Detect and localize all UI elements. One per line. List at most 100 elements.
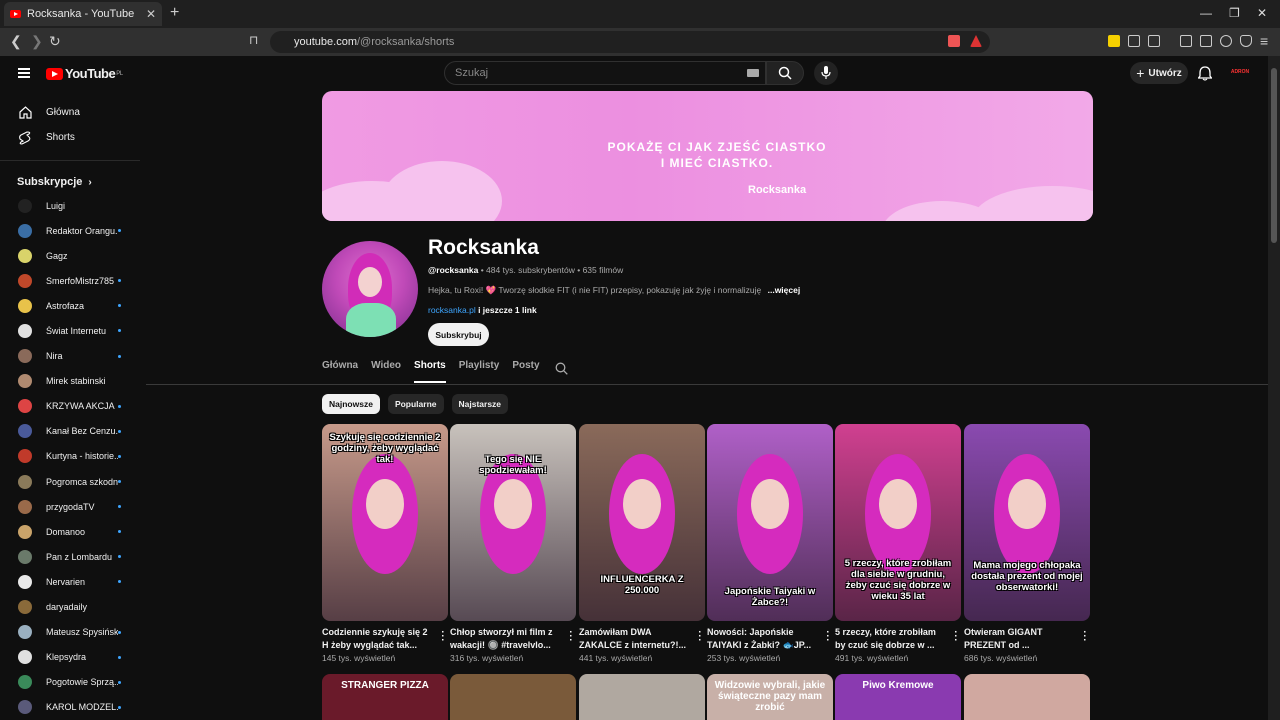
account-avatar[interactable]: ADRON <box>1230 64 1250 80</box>
subscription-item[interactable]: KRZYWA AKCJA <box>0 394 140 419</box>
short-thumbnail[interactable]: 5 rzeczy, które zrobiłam dla siebie w gr… <box>835 424 961 621</box>
create-button[interactable]: + Utwórz <box>1130 62 1188 84</box>
search-button[interactable] <box>766 61 804 85</box>
sidebar-item-home[interactable]: Główna <box>0 100 140 125</box>
description-more-link[interactable]: ...więcej <box>768 285 801 295</box>
short-card[interactable]: Mama mojego chłopaka dostała prezent od … <box>964 424 1090 663</box>
channel-link[interactable]: rocksanka.pl <box>428 305 476 315</box>
short-title[interactable]: Zamówiłam DWA ZAKALCE z internetu?!... <box>579 626 691 652</box>
subscription-item[interactable]: Kurtyna - historie... <box>0 444 140 469</box>
back-icon[interactable]: ❮ <box>10 33 22 50</box>
chip-newest[interactable]: Najnowsze <box>322 394 380 414</box>
menu-icon[interactable]: ≡ <box>1260 33 1268 49</box>
brave-shield-icon[interactable] <box>948 35 960 47</box>
wallet-icon[interactable] <box>1200 35 1212 47</box>
short-thumbnail[interactable] <box>450 674 576 720</box>
notifications-bell-icon[interactable] <box>1198 66 1212 81</box>
tab-shorts[interactable]: Shorts <box>414 360 446 383</box>
short-card[interactable]: 5 rzeczy, które zrobiłam dla siebie w gr… <box>835 424 961 663</box>
short-thumbnail[interactable] <box>579 674 705 720</box>
chip-popular[interactable]: Popularne <box>387 394 444 414</box>
sidebar-item-shorts[interactable]: Shorts <box>0 125 140 150</box>
bookmark-icon[interactable]: ⊓ <box>249 33 258 47</box>
subscription-item[interactable]: Pan z Lombardu <box>0 544 140 569</box>
subscription-item[interactable]: Kanał Bez Cenzu... <box>0 419 140 444</box>
tab-videos[interactable]: Wideo <box>371 360 401 383</box>
page-scrollbar[interactable] <box>1268 56 1280 720</box>
more-options-icon[interactable]: · · · <box>695 628 705 646</box>
puzzle-icon[interactable] <box>1128 35 1140 47</box>
short-thumbnail[interactable]: Japońskie Taiyaki w Żabce?! <box>707 424 833 621</box>
short-thumbnail[interactable] <box>964 674 1090 720</box>
more-options-icon[interactable]: · · · <box>438 628 448 646</box>
voice-search-button[interactable] <box>814 61 838 85</box>
subscription-item[interactable]: Luigi <box>0 193 140 218</box>
short-title[interactable]: Nowości: Japońskie TAIYAKI z Żabki? 🐟JP.… <box>707 626 819 652</box>
subscription-item[interactable]: przygodaTV <box>0 494 140 519</box>
extension-icon[interactable] <box>1108 35 1120 47</box>
more-options-icon[interactable]: · · · <box>951 628 961 646</box>
browser-tab[interactable]: Rocksanka - YouTube ✕ <box>4 2 162 26</box>
subscription-item[interactable]: Świat Internetu <box>0 318 140 343</box>
subscription-item[interactable]: Pogromca szkodni... <box>0 469 140 494</box>
short-title[interactable]: Otwieram GIGANT PREZENT od ... <box>964 626 1076 652</box>
keyboard-icon[interactable] <box>747 69 759 77</box>
scrollbar-thumb[interactable] <box>1271 68 1277 243</box>
youtube-logo[interactable]: YouTube PL <box>46 66 123 81</box>
subscription-item[interactable]: Nira <box>0 344 140 369</box>
chip-oldest[interactable]: Najstarsze <box>451 394 509 414</box>
subscription-item[interactable]: Gagz <box>0 243 140 268</box>
maximize-icon[interactable]: ❐ <box>1229 6 1240 20</box>
short-card[interactable]: INFLUENCERKA Z 250.000 Zamówiłam DWA ZAKA… <box>579 424 705 663</box>
new-tab-icon[interactable]: + <box>170 4 179 22</box>
forward-icon[interactable]: ❯ <box>31 33 43 50</box>
minimize-icon[interactable]: — <box>1200 6 1212 20</box>
channel-search-icon[interactable] <box>555 362 568 375</box>
short-thumbnail[interactable]: INFLUENCERKA Z 250.000 <box>579 424 705 621</box>
short-card[interactable]: Tego się NIE spodziewałam! Chłop stworzył… <box>450 424 576 663</box>
short-thumbnail[interactable]: Tego się NIE spodziewałam! <box>450 424 576 621</box>
window-close-icon[interactable]: ✕ <box>1257 6 1267 20</box>
channel-avatar[interactable] <box>322 241 418 337</box>
short-thumbnail[interactable]: Mama mojego chłopaka dostała prezent od … <box>964 424 1090 621</box>
short-thumbnail[interactable]: STRANGER PIZZA <box>322 674 448 720</box>
subscription-item[interactable]: Domanoo <box>0 519 140 544</box>
more-options-icon[interactable]: · · · <box>1080 628 1090 646</box>
tab-close-icon[interactable]: ✕ <box>146 7 156 21</box>
subscription-item[interactable]: SmerfoMistrz785 <box>0 268 140 293</box>
more-links[interactable]: i jeszcze 1 link <box>476 305 537 315</box>
hamburger-menu-icon[interactable] <box>18 68 30 78</box>
short-card[interactable]: Szykuję się codziennie 2 godziny, żeby w… <box>322 424 448 663</box>
tab-posts[interactable]: Posty <box>512 360 539 383</box>
subscription-item[interactable]: KAROL MODZEL... <box>0 695 140 720</box>
sidebar-icon[interactable] <box>1180 35 1192 47</box>
short-thumbnail[interactable]: Widzowie wybrali, jakie świąteczne pazy … <box>707 674 833 720</box>
channel-description[interactable]: Hejka, tu Roxi! 💖 Tworzę słodkie FIT (i … <box>428 285 800 296</box>
subscription-item[interactable]: Mateusz Spysiński <box>0 620 140 645</box>
subscription-item[interactable]: Klepsydra <box>0 645 140 670</box>
subscription-item[interactable]: Nervarien <box>0 569 140 594</box>
reload-icon[interactable]: ↻ <box>49 33 61 50</box>
subscription-item[interactable]: Mirek stabinski <box>0 369 140 394</box>
subscription-item[interactable]: Astrofaza <box>0 293 140 318</box>
short-thumbnail[interactable]: Szykuję się codziennie 2 godziny, żeby w… <box>322 424 448 621</box>
subscription-item[interactable]: Redaktor Orangu... <box>0 218 140 243</box>
search-input[interactable]: Szukaj <box>444 61 766 85</box>
subscription-item[interactable]: Pogotowie Sprzą... <box>0 670 140 695</box>
tab-playlists[interactable]: Playlisty <box>459 360 500 383</box>
short-title[interactable]: Codziennie szykuję się 2 H żeby wyglądać… <box>322 626 434 652</box>
leo-icon[interactable] <box>1220 35 1232 47</box>
short-title[interactable]: 5 rzeczy, które zrobiłam by czuć się dob… <box>835 626 947 652</box>
url-field[interactable]: youtube.com/@rocksanka/shorts <box>270 31 990 53</box>
subscription-item[interactable]: daryadaily <box>0 595 140 620</box>
short-card[interactable]: Japońskie Taiyaki w Żabce?! Nowości: Japo… <box>707 424 833 663</box>
subscribe-button[interactable]: Subskrybuj <box>428 323 489 346</box>
short-thumbnail[interactable]: Piwo Kremowe <box>835 674 961 720</box>
short-title[interactable]: Chłop stworzył mi film z wakacji! 🔘 #tra… <box>450 626 562 652</box>
vpn-icon[interactable] <box>1240 35 1252 47</box>
screenshot-icon[interactable] <box>1148 35 1160 47</box>
more-options-icon[interactable]: · · · <box>566 628 576 646</box>
more-options-icon[interactable]: · · · <box>823 628 833 646</box>
tab-home[interactable]: Główna <box>322 360 358 383</box>
subscriptions-heading[interactable]: Subskrypcje › <box>0 171 140 193</box>
